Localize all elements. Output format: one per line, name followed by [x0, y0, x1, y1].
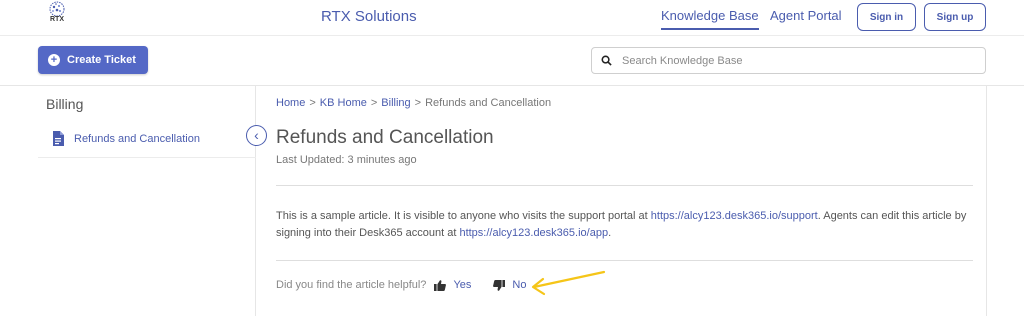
breadcrumb-home[interactable]: Home [276, 97, 305, 109]
article-body: This is a sample article. It is visible … [276, 208, 976, 242]
breadcrumb-separator: > [414, 97, 422, 109]
thumbs-down-icon [493, 279, 506, 291]
sign-in-button[interactable]: Sign in [857, 3, 916, 31]
logo-text: RTX [50, 16, 64, 23]
document-icon [53, 131, 64, 146]
sidebar-item-label: Refunds and Cancellation [74, 132, 200, 145]
vote-no-label: No [512, 279, 527, 291]
nav-knowledge-base[interactable]: Knowledge Base [661, 8, 759, 30]
action-bar: + Create Ticket [0, 36, 1024, 86]
divider [276, 260, 973, 261]
brand-name[interactable]: RTX Solutions [321, 8, 417, 25]
annotation-arrow-icon [531, 270, 606, 296]
article-title: Refunds and Cancellation [276, 127, 494, 148]
support-portal-link[interactable]: https://alcy123.desk365.io/support [651, 210, 818, 222]
feedback-question: Did you find the article helpful? [276, 279, 427, 291]
vote-yes-button[interactable]: Yes [434, 279, 471, 291]
plus-circle-icon: + [48, 54, 60, 66]
collapse-sidebar-button[interactable]: ‹ [246, 125, 267, 146]
nav-agent-portal[interactable]: Agent Portal [770, 8, 842, 23]
article-text: . [608, 227, 612, 239]
thumbs-up-icon [434, 279, 447, 291]
search-input[interactable] [622, 54, 962, 67]
breadcrumb-current: Refunds and Cancellation [425, 97, 552, 109]
sidebar-category-title: Billing [46, 96, 84, 112]
breadcrumb: Home > KB Home > Billing > Refunds and Cancell… [276, 97, 551, 109]
sidebar: Billing Refunds and Cancellation [38, 86, 256, 316]
search-box[interactable] [591, 47, 986, 74]
divider [276, 185, 973, 186]
feedback-row: Did you find the article helpful? Yes No [276, 279, 526, 291]
agent-app-link[interactable]: https://alcy123.desk365.io/app [459, 227, 608, 239]
article-text: This is a sample article. It is visible … [276, 210, 651, 222]
top-header: RTX RTX Solutions Knowledge Base Agent P… [0, 0, 1024, 36]
vote-yes-label: Yes [453, 279, 472, 291]
last-updated: Last Updated: 3 minutes ago [276, 154, 417, 166]
create-ticket-label: Create Ticket [67, 54, 136, 66]
sign-up-button[interactable]: Sign up [924, 3, 986, 31]
breadcrumb-billing[interactable]: Billing [381, 97, 410, 109]
logo[interactable]: RTX [44, 0, 70, 34]
breadcrumb-separator: > [370, 97, 378, 109]
search-icon [601, 55, 612, 66]
sidebar-item-refunds[interactable]: Refunds and Cancellation [38, 120, 256, 158]
vote-no-button[interactable]: No [493, 279, 526, 291]
content-right-border [986, 86, 987, 316]
create-ticket-button[interactable]: + Create Ticket [38, 46, 148, 74]
breadcrumb-separator: > [309, 97, 316, 109]
breadcrumb-kb-home[interactable]: KB Home [320, 97, 367, 109]
